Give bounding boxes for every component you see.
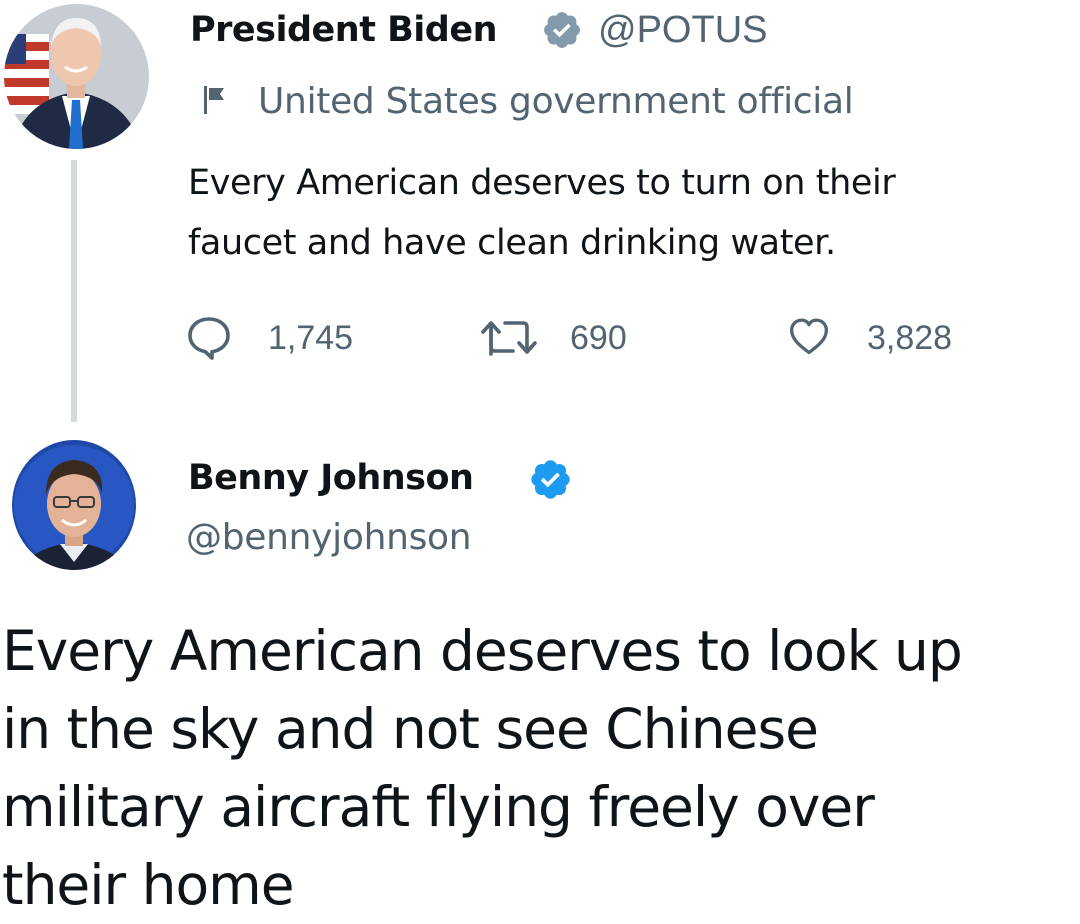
account-label: United States government official <box>258 81 854 122</box>
reply-handle[interactable]: @bennyjohnson <box>186 514 472 562</box>
reply-tweet-text: Every American deserves to look up in th… <box>2 612 1080 924</box>
reply-icon[interactable] <box>186 314 232 360</box>
tweet-text-line: faucet and have clean drinking water. <box>188 223 836 263</box>
parent-tweet-text: Every American deserves to turn on their… <box>188 153 1068 273</box>
reply-count: 1,745 <box>268 319 354 357</box>
tweet-text-line: in the sky and not see Chinese <box>2 697 819 761</box>
parent-handle[interactable]: @POTUS <box>598 6 767 54</box>
tweet-text-line: Every American deserves to look up <box>2 619 963 683</box>
retweet-icon[interactable] <box>479 314 539 360</box>
flag-icon <box>203 85 225 115</box>
verified-badge-icon <box>528 457 573 502</box>
thread-connector-line <box>71 160 77 422</box>
like-count: 3,828 <box>867 319 953 357</box>
tweet-text-line: their home <box>2 853 295 917</box>
avatar[interactable] <box>4 4 149 149</box>
tweet-text-line: military aircraft flying freely over <box>2 775 875 839</box>
avatar-image <box>12 440 136 570</box>
tweet-text-line: Every American deserves to turn on their <box>188 163 896 203</box>
reply-display-name[interactable]: Benny Johnson <box>188 454 474 502</box>
parent-display-name[interactable]: President Biden <box>190 6 498 54</box>
avatar[interactable] <box>12 440 136 570</box>
heart-icon[interactable] <box>786 316 832 362</box>
retweet-count: 690 <box>570 319 627 357</box>
verified-badge-icon <box>541 9 583 51</box>
avatar-image <box>4 4 149 149</box>
